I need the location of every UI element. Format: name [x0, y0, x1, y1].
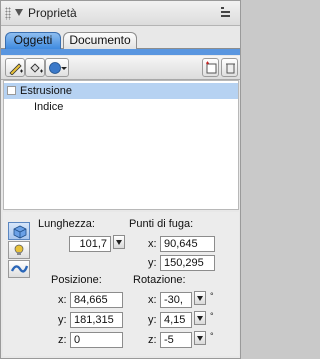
extrude-bevel-button[interactable] [8, 260, 30, 278]
length-dropdown-button[interactable] [113, 235, 125, 249]
pos-y-label: y: [58, 314, 67, 326]
pos-x-field[interactable]: 84,665 [70, 292, 123, 308]
panel-titlebar[interactable]: Proprietà [1, 1, 240, 26]
rot-y-dropdown-button[interactable] [194, 311, 206, 325]
rot-y-degree: ° [210, 311, 214, 321]
position-label: Posizione: [51, 274, 102, 286]
item-checkbox[interactable] [7, 86, 16, 95]
properties-panel: Proprietà Oggetti Documento Estrusione I… [0, 0, 241, 359]
rot-z-label: z: [148, 334, 157, 346]
list-item-label: Indice [34, 101, 64, 113]
drag-grip-icon[interactable] [5, 7, 11, 20]
extrude-cube-button[interactable] [8, 222, 30, 240]
list-item-indice[interactable]: Indice [4, 99, 238, 115]
rot-y-label: y: [148, 314, 157, 326]
pencil-icon [9, 63, 23, 75]
paint-bucket-icon [30, 63, 43, 73]
rot-x-field[interactable]: -30, [160, 292, 192, 308]
panel-menu-icon[interactable] [221, 7, 232, 19]
extrude-light-button[interactable] [8, 241, 30, 259]
fill-tool-button[interactable] [25, 58, 45, 77]
rot-y-field[interactable]: 4,15 [160, 312, 192, 328]
vanishing-y-label: y: [148, 257, 157, 269]
disclosure-triangle-icon[interactable] [15, 9, 23, 16]
tab-oggetti[interactable]: Oggetti [5, 32, 61, 49]
length-field[interactable]: 101,7 [69, 236, 111, 252]
rot-x-degree: ° [210, 291, 214, 301]
list-item-estrusione[interactable]: Estrusione [4, 83, 238, 99]
vanishing-x-label: x: [148, 238, 157, 250]
pos-y-field[interactable]: 181,315 [70, 312, 123, 328]
cube-icon [13, 225, 27, 239]
rot-z-dropdown-button[interactable] [194, 331, 206, 345]
rot-x-dropdown-button[interactable] [194, 291, 206, 305]
rot-x-label: x: [148, 294, 157, 306]
pencil-tool-button[interactable] [5, 58, 25, 77]
pos-z-field[interactable]: 0 [70, 332, 123, 348]
delete-button[interactable] [221, 58, 238, 77]
extrusion-properties: Lunghezza: 101,7 Punti di fuga: x: 90,64… [3, 212, 239, 356]
pos-x-label: x: [58, 294, 67, 306]
panel-title: Proprietà [28, 6, 77, 20]
light-bulb-icon [14, 244, 24, 255]
effects-list: Estrusione Indice [3, 80, 239, 210]
new-item-button[interactable] [202, 58, 219, 77]
bevel-shape-icon [10, 265, 29, 273]
list-item-label: Estrusione [20, 85, 72, 97]
extrusion-type-tools [8, 222, 30, 278]
length-label: Lunghezza: [38, 218, 95, 230]
rotation-label: Rotazione: [133, 274, 186, 286]
tab-bar: Oggetti Documento [1, 29, 240, 49]
vanishing-x-field[interactable]: 90,645 [160, 236, 215, 252]
effects-menu-button[interactable] [45, 58, 69, 77]
toolbar [1, 56, 240, 80]
rot-z-field[interactable]: -5 [160, 332, 192, 348]
vanishing-y-field[interactable]: 150,295 [160, 255, 215, 271]
rot-z-degree: ° [210, 331, 214, 341]
new-item-icon [206, 61, 217, 74]
tab-selection-bar [1, 49, 240, 55]
trash-icon [226, 63, 235, 74]
vanishing-points-label: Punti di fuga: [129, 218, 194, 230]
globe-icon [49, 62, 67, 74]
pos-z-label: z: [58, 334, 67, 346]
tab-documento[interactable]: Documento [63, 32, 137, 49]
